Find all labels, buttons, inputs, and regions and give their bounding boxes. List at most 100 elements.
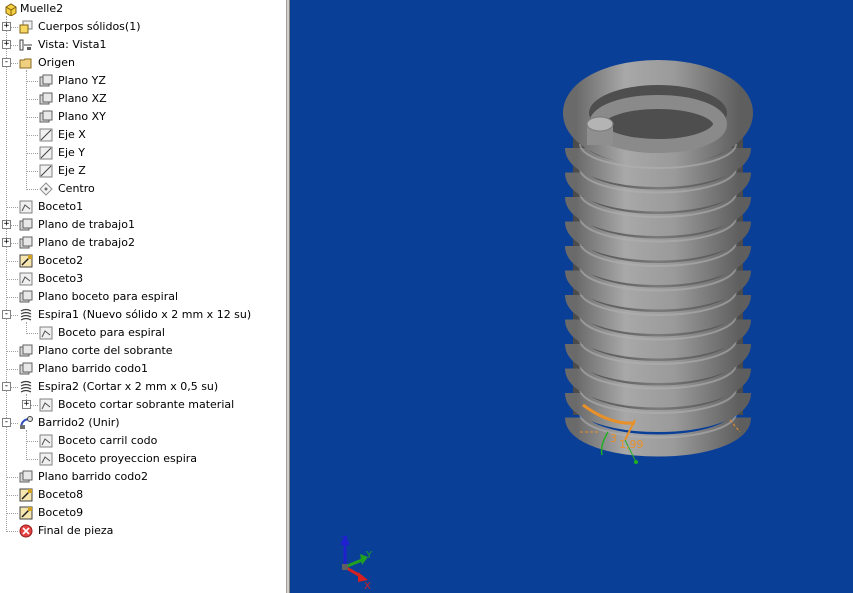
tree-item-label: Plano XY — [58, 110, 106, 123]
plane-icon — [19, 236, 33, 249]
tree-item[interactable]: - Barrido2 (Unir) — [0, 414, 286, 432]
tree-item[interactable]: - Espira2 (Cortar x 2 mm x 0,5 su) — [0, 378, 286, 396]
tree-item[interactable]: - Espira1 (Nuevo sólido x 2 mm x 12 su) — [0, 306, 286, 324]
tree-item[interactable]: + Boceto cortar sobrante material — [0, 396, 286, 414]
dimension-3[interactable]: 3 — [610, 432, 617, 445]
tree-item[interactable]: Centro — [0, 180, 286, 198]
tree-item[interactable]: + Cuerpos sólidos(1) — [0, 18, 286, 36]
sketch-icon — [39, 326, 53, 340]
tree-item-label: Cuerpos sólidos(1) — [38, 20, 141, 33]
tree-connector — [6, 531, 18, 532]
tree-item[interactable]: Plano barrido codo2 — [0, 468, 286, 486]
sweep-icon — [20, 416, 33, 429]
collapse-icon[interactable]: - — [2, 418, 11, 427]
expand-icon[interactable]: + — [2, 40, 11, 49]
tree-item[interactable]: Boceto1 — [0, 198, 286, 216]
tree-item[interactable]: Plano YZ — [0, 72, 286, 90]
sketch-icon — [39, 434, 53, 448]
tree-item[interactable]: Eje Z — [0, 162, 286, 180]
tree-item-label: Espira2 (Cortar x 2 mm x 0,5 su) — [38, 380, 219, 393]
tree-item[interactable]: Plano XY — [0, 108, 286, 126]
expand-icon[interactable]: + — [2, 238, 11, 247]
tree-item[interactable]: Boceto2 — [0, 252, 286, 270]
dimension-1-99[interactable]: 1,99 — [619, 438, 644, 451]
expand-icon[interactable]: + — [22, 400, 31, 409]
tree-item-label: Eje Y — [58, 146, 85, 159]
solid-bodies-icon — [19, 20, 33, 34]
tree-item[interactable]: + Plano de trabajo1 — [0, 216, 286, 234]
tree-item-label: Centro — [58, 182, 95, 195]
spring-wire-end-cap — [586, 116, 614, 132]
plane-icon — [39, 92, 53, 105]
tree-item[interactable]: Boceto carril codo — [0, 432, 286, 450]
tree-item[interactable]: Boceto proyeccion espira — [0, 450, 286, 468]
tree-item-label: Plano corte del sobrante — [38, 344, 173, 357]
collapse-icon[interactable]: - — [2, 382, 11, 391]
tree-item-label: Origen — [38, 56, 75, 69]
tree-item-label: Boceto1 — [38, 200, 84, 213]
expand-icon[interactable]: + — [2, 220, 11, 229]
tree-item[interactable]: Boceto para espiral — [0, 324, 286, 342]
plane-icon — [19, 290, 33, 303]
tree-item-label: Plano de trabajo2 — [38, 236, 135, 249]
folder-icon — [19, 58, 32, 69]
tree-item-label: Boceto carril codo — [58, 434, 158, 447]
tree-item-label: Plano XZ — [58, 92, 107, 105]
tree-item-label: Boceto para espiral — [58, 326, 165, 339]
tree-item-label: Boceto3 — [38, 272, 84, 285]
tree-connector — [6, 351, 18, 352]
tree-item-label: Eje Z — [58, 164, 86, 177]
collapse-icon[interactable]: - — [2, 310, 11, 319]
plane-icon — [19, 344, 33, 357]
tree-item[interactable]: Boceto9 — [0, 504, 286, 522]
tree-connector — [26, 459, 38, 460]
triad-origin — [342, 564, 348, 570]
tree-connector — [6, 261, 18, 262]
tree-item[interactable]: Eje Y — [0, 144, 286, 162]
tree-item-label: Final de pieza — [38, 524, 114, 537]
sketch-active-icon — [19, 506, 33, 520]
tree-item[interactable]: - Origen — [0, 54, 286, 72]
model-browser: Muelle2 + Cuerpos sólidos(1) + Vista: Vista… — [0, 0, 286, 593]
tree-connector — [26, 135, 38, 136]
spring-model[interactable]: 3 1,99 Z Y X — [290, 0, 853, 593]
tree-item-label: Espira1 (Nuevo sólido x 2 mm x 12 su) — [38, 308, 252, 321]
expand-icon[interactable]: + — [2, 22, 11, 31]
tree-item[interactable]: Boceto3 — [0, 270, 286, 288]
tree-item-label: Plano YZ — [58, 74, 106, 87]
plane-icon — [19, 362, 33, 375]
tree-connector — [6, 513, 18, 514]
tree-item-label: Plano de trabajo1 — [38, 218, 135, 231]
tree-item-label: Barrido2 (Unir) — [38, 416, 120, 429]
tree-item[interactable]: Plano corte del sobrante — [0, 342, 286, 360]
tree-item[interactable]: Eje X — [0, 126, 286, 144]
graphics-viewport[interactable]: 3 1,99 Z Y X — [290, 0, 853, 593]
triad-x-label: X — [364, 581, 371, 592]
tree-connector — [26, 81, 38, 82]
coil-icon — [20, 380, 32, 393]
sketch-icon — [39, 452, 53, 466]
tree-connector — [26, 441, 38, 442]
axis-icon — [39, 164, 53, 178]
plane-icon — [39, 110, 53, 123]
tree-item[interactable]: + Plano de trabajo2 — [0, 234, 286, 252]
tree-item-label: Plano barrido codo1 — [38, 362, 148, 375]
tree-connector — [26, 189, 38, 190]
tree-item-label: Plano boceto para espiral — [38, 290, 179, 303]
tree-item[interactable]: Plano boceto para espiral — [0, 288, 286, 306]
tree-connector — [6, 495, 18, 496]
tree-connector — [26, 333, 38, 334]
tree-item-label: Boceto9 — [38, 506, 84, 519]
tree-item[interactable]: Boceto8 — [0, 486, 286, 504]
tree-connector — [6, 207, 18, 208]
tree-connector — [6, 279, 18, 280]
tree-item-label: Boceto cortar sobrante material — [58, 398, 235, 411]
end-of-part-icon — [19, 524, 33, 538]
tree-item[interactable]: + Vista: Vista1 — [0, 36, 286, 54]
collapse-icon[interactable]: - — [2, 58, 11, 67]
tree-item[interactable]: Final de pieza — [0, 522, 286, 540]
tree-item[interactable]: Plano barrido codo1 — [0, 360, 286, 378]
view-icon — [19, 39, 32, 51]
tree-item[interactable]: Plano XZ — [0, 90, 286, 108]
triad-z-label: Z — [341, 535, 348, 546]
